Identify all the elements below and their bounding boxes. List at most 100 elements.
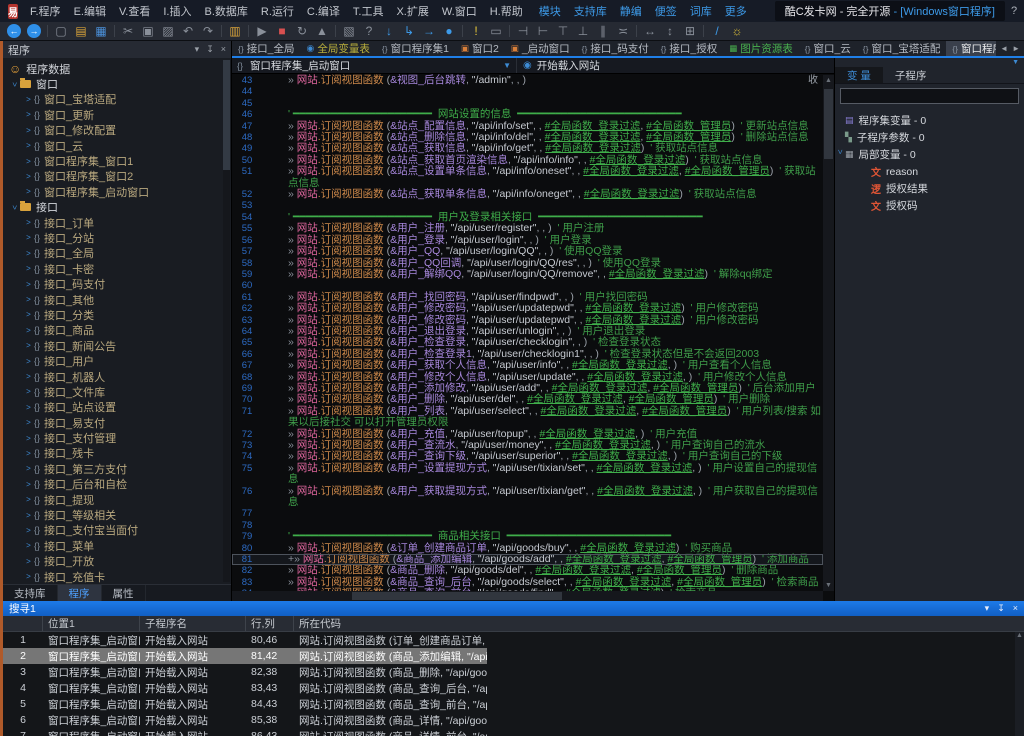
forward-icon[interactable]: → (27, 24, 41, 38)
tree-item-窗口_修改配置[interactable]: >{}窗口_修改配置 (3, 123, 231, 138)
code-line[interactable]: 77 (232, 508, 823, 519)
tree-item-窗口_宝塔适配[interactable]: >{}窗口_宝塔适配 (3, 92, 231, 107)
tree-item-窗口程序集_窗口1[interactable]: >{}窗口程序集_窗口1 (3, 153, 231, 168)
tip-icon[interactable]: ! (469, 24, 483, 38)
sidebar-tab-程序[interactable]: 程序 (58, 585, 102, 601)
tree-item-接口_订单[interactable]: >{}接口_订单 (3, 215, 231, 230)
code-line[interactable]: 43» 网站.订阅视图函数 (&视图_后台跳转, "/admin", , )收 (232, 75, 823, 86)
resource-icon[interactable]: ▧ (342, 24, 356, 38)
tab-窗口_宝塔适配[interactable]: {}窗口_宝塔适配 (857, 41, 947, 56)
result-row[interactable]: 4窗口程序集_启动窗口开始载入网站83,43网站.订阅视图函数 (商品_查询_后… (3, 680, 487, 696)
options-icon[interactable]: ☼ (730, 24, 744, 38)
menu-item[interactable]: I.插入 (163, 3, 191, 19)
dropdown-icon[interactable]: ▾ (195, 44, 200, 55)
code-area[interactable]: 43» 网站.订阅视图函数 (&视图_后台跳转, "/admin", , )收4… (232, 74, 823, 591)
pin-icon[interactable]: ↧ (997, 603, 1005, 614)
results-scrollbar[interactable]: ▲ (1015, 632, 1024, 736)
result-row[interactable]: 2窗口程序集_启动窗口开始载入网站81,42网站.订阅视图函数 (商品_添加编辑… (3, 648, 487, 664)
step-out-icon[interactable]: → (422, 24, 436, 38)
variable-item[interactable]: 文reason (835, 163, 1024, 180)
align-center-h-icon[interactable]: ∥ (596, 24, 610, 38)
menu-item[interactable]: V.查看 (119, 3, 150, 19)
paste-icon[interactable]: ▨ (161, 24, 175, 38)
tree-item-接口_码支付[interactable]: >{}接口_码支付 (3, 276, 231, 291)
tree-item-窗口程序集_启动窗口[interactable]: >{}窗口程序集_启动窗口 (3, 184, 231, 199)
sidebar-scrollbar-thumb[interactable] (223, 60, 230, 170)
tree-item-接口_分站[interactable]: >{}接口_分站 (3, 230, 231, 245)
menu-item-extra[interactable]: 更多 (725, 3, 747, 19)
tree-item-接口_后台和自检[interactable]: >{}接口_后台和自检 (3, 477, 231, 492)
code-line[interactable]: 59» 网站.订阅视图函数 (&用户_解绑QQ, "/api/user/logi… (232, 269, 823, 280)
breadcrumb-sub-dropdown[interactable]: ◉ 开始载入网站 (517, 58, 834, 73)
close-icon[interactable]: × (1013, 603, 1018, 614)
code-line[interactable]: 76» 网站.订阅视图函数 (&用户_获取提现方式, "/api/user/ti… (232, 486, 823, 509)
menu-item-extra[interactable]: 便签 (655, 3, 677, 19)
tab-窗口2[interactable]: ▣窗口2 (455, 41, 505, 56)
dropdown-icon[interactable]: ▾ (985, 603, 990, 614)
tree-item-接口_等级相关[interactable]: >{}接口_等级相关 (3, 507, 231, 522)
save-icon[interactable]: ▦ (94, 24, 108, 38)
panel-dropdown-icon[interactable]: ▼ (1012, 59, 1019, 66)
tree-item-接口_开放[interactable]: >{}接口_开放 (3, 554, 231, 569)
tree-folder-接口[interactable]: >接口 (3, 200, 231, 215)
sidebar-scrollbar[interactable] (223, 60, 230, 582)
breadcrumb-module-dropdown[interactable]: {} 窗口程序集_启动窗口 ▼ (232, 58, 517, 73)
tab-nav-next-icon[interactable]: ► (1012, 44, 1020, 53)
align-top-icon[interactable]: ⊤ (556, 24, 570, 38)
code-line[interactable]: 52» 网站.订阅视图函数 (&站点_获取单条信息, "/api/info/on… (232, 189, 823, 200)
menu-item-extra[interactable]: 词库 (690, 3, 712, 19)
format-brush-icon[interactable]: / (710, 24, 724, 38)
redo-icon[interactable]: ↷ (201, 24, 215, 38)
variables-tab-子程序[interactable]: 子程序 (883, 67, 939, 83)
menu-item-extra[interactable]: 模块 (539, 3, 561, 19)
step-into-icon[interactable]: ↳ (402, 24, 416, 38)
menu-item-extra[interactable]: 静编 (620, 3, 642, 19)
tree-item-接口_卡密[interactable]: >{}接口_卡密 (3, 261, 231, 276)
variable-item[interactable]: ▤程序集变量 - 0 (835, 112, 1024, 129)
run-icon[interactable]: ▶ (255, 24, 269, 38)
compile-icon[interactable]: ▲ (315, 24, 329, 38)
menu-item[interactable]: R.运行 (261, 3, 294, 19)
copy-icon[interactable]: ▣ (141, 24, 155, 38)
sidebar-tab-支持库[interactable]: 支持库 (3, 585, 58, 601)
tree-item-接口_文件库[interactable]: >{}接口_文件库 (3, 384, 231, 399)
tree-item-接口_机器人[interactable]: >{}接口_机器人 (3, 369, 231, 384)
editor-hscrollbar-thumb[interactable] (352, 592, 562, 600)
tab-窗口_云[interactable]: {}窗口_云 (799, 41, 857, 56)
tree-item-接口_第三方支付[interactable]: >{}接口_第三方支付 (3, 461, 231, 476)
breakpoint-icon[interactable]: ● (442, 24, 456, 38)
fold-marker[interactable]: 收 (808, 75, 823, 86)
scroll-down-icon[interactable]: ▼ (823, 582, 834, 589)
same-height-icon[interactable]: ↕ (663, 24, 677, 38)
tab-nav-prev-icon[interactable]: ◄ (1000, 44, 1008, 53)
cut-icon[interactable]: ✂ (121, 24, 135, 38)
code-line[interactable]: 71» 网站.订阅视图函数 (&用户_列表, "/api/user/select… (232, 406, 823, 429)
menu-item[interactable]: H.帮助 (490, 3, 523, 19)
align-left-icon[interactable]: ⊣ (516, 24, 530, 38)
tree-item-窗口_更新[interactable]: >{}窗口_更新 (3, 107, 231, 122)
tree-folder-窗口[interactable]: >窗口 (3, 76, 231, 91)
tab-图片资源表[interactable]: ▦图片资源表 (723, 41, 799, 56)
tree-item-接口_充值卡[interactable]: >{}接口_充值卡 (3, 569, 231, 584)
variable-item[interactable]: ▚子程序参数 - 0 (835, 129, 1024, 146)
menu-item[interactable]: W.窗口 (442, 3, 477, 19)
tree-item-接口_其他[interactable]: >{}接口_其他 (3, 292, 231, 307)
variable-item[interactable]: 文授权码 (835, 197, 1024, 214)
tree-item-接口_新闻公告[interactable]: >{}接口_新闻公告 (3, 338, 231, 353)
tab-_启动窗口[interactable]: ▣_启动窗口 (505, 41, 576, 56)
tree-item-接口_易支付[interactable]: >{}接口_易支付 (3, 415, 231, 430)
result-row[interactable]: 3窗口程序集_启动窗口开始载入网站82,38网站.订阅视图函数 (商品_删除, … (3, 664, 487, 680)
tree-item-接口_用户[interactable]: >{}接口_用户 (3, 353, 231, 368)
tree-item-接口_全局[interactable]: >{}接口_全局 (3, 246, 231, 261)
editor-vscrollbar[interactable]: ▲ ▼ (823, 75, 834, 591)
align-center-v-icon[interactable]: ≍ (616, 24, 630, 38)
find-help-icon[interactable]: ? (362, 24, 376, 38)
scroll-up-icon[interactable]: ▲ (823, 77, 834, 84)
editor-vscrollbar-thumb[interactable] (824, 89, 833, 159)
menu-item[interactable]: E.编辑 (74, 3, 106, 19)
tab-全局变量表[interactable]: ◉全局变量表 (301, 41, 376, 56)
step-over-icon[interactable]: ↓ (382, 24, 396, 38)
tree-item-接口_提现[interactable]: >{}接口_提现 (3, 492, 231, 507)
menu-item[interactable]: C.编译 (307, 3, 340, 19)
result-row[interactable]: 1窗口程序集_启动窗口开始载入网站80,46网站.订阅视图函数 (订单_创建商品… (3, 632, 487, 648)
